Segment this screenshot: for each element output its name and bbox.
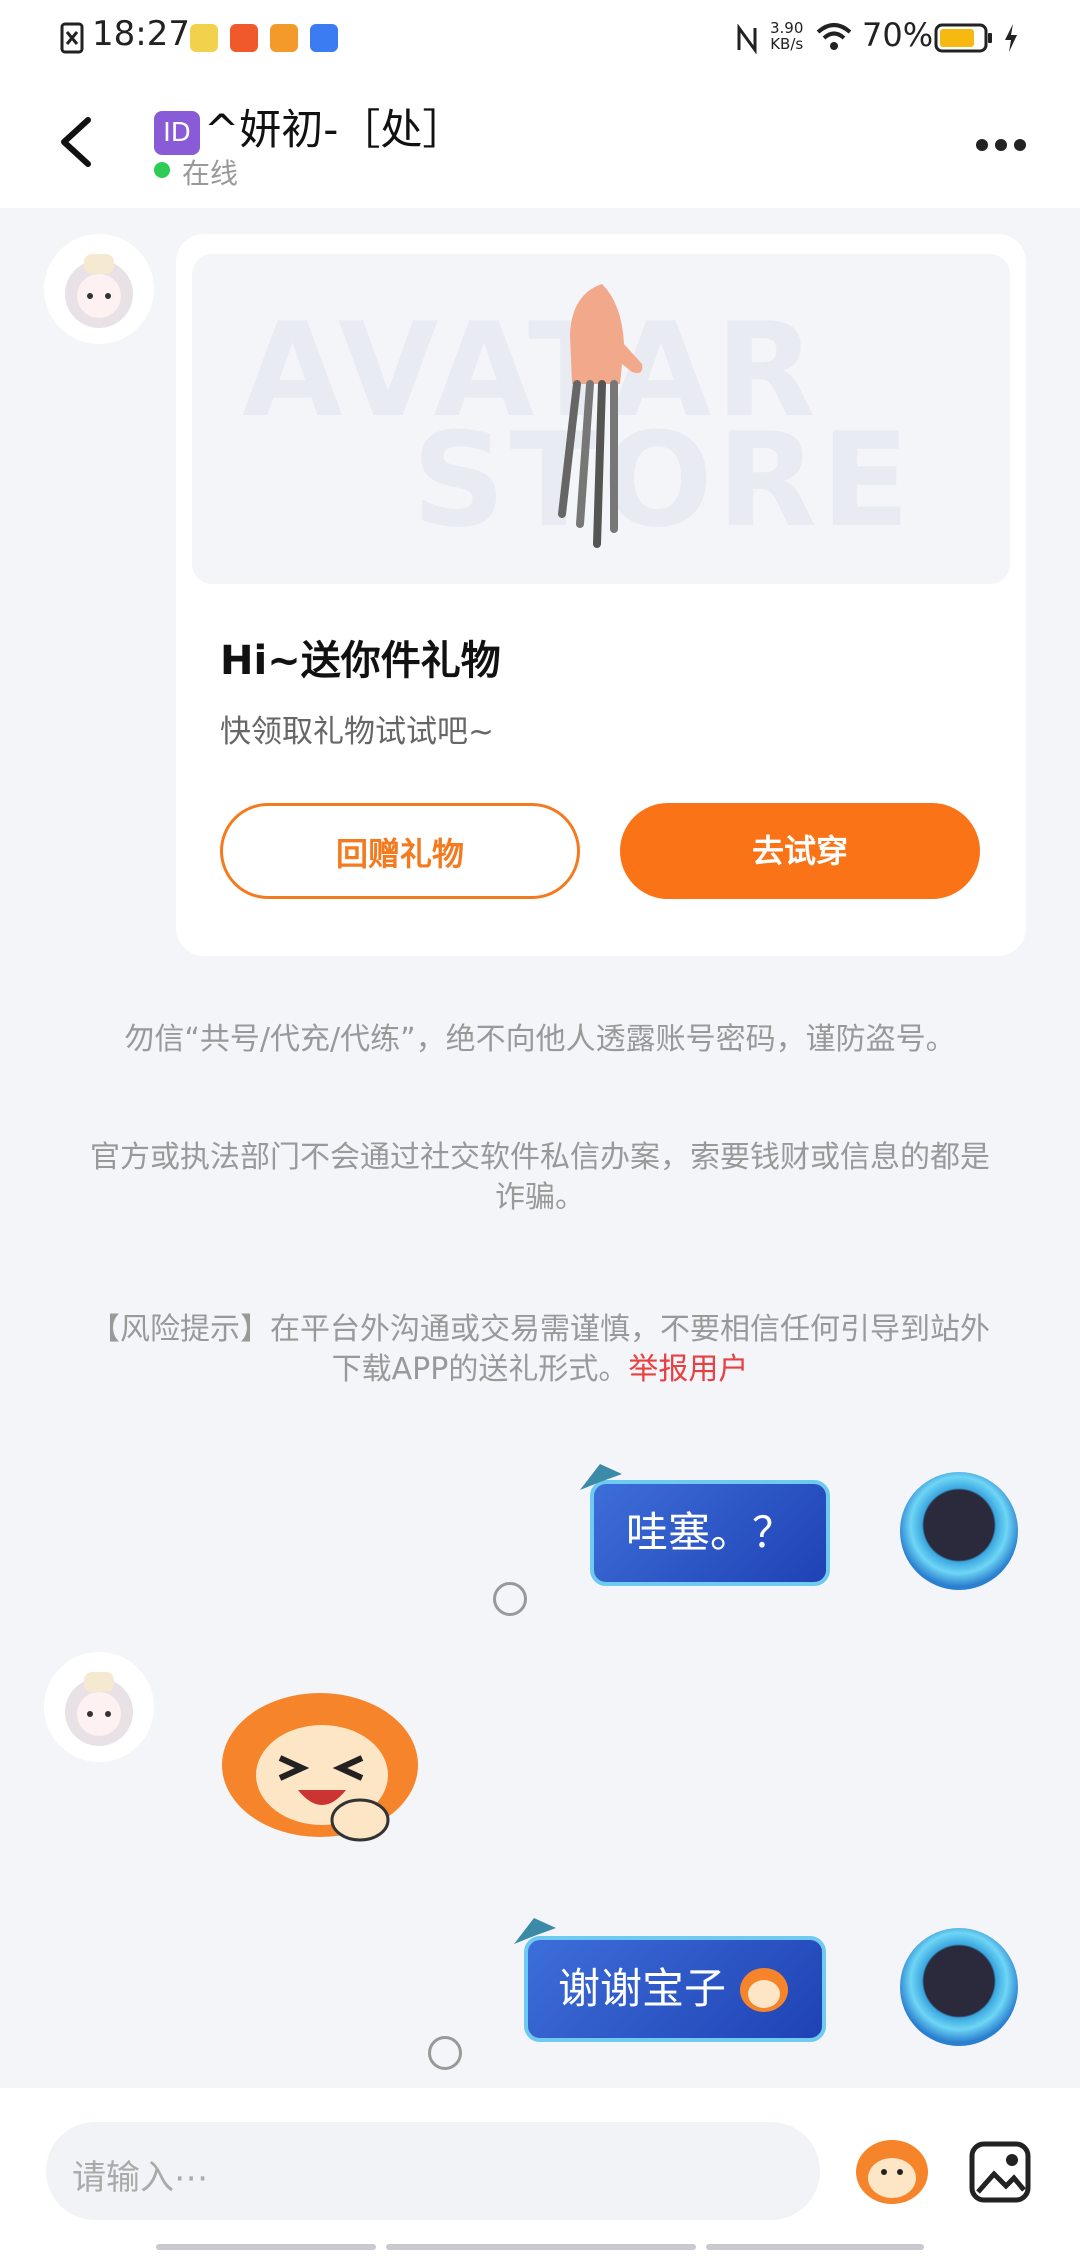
avatar-image bbox=[65, 254, 133, 328]
contact-name: ^妍初-［处］ bbox=[204, 105, 465, 154]
more-icon[interactable] bbox=[976, 136, 1033, 155]
security-warning-fraud: 官方或执法部门不会通过社交软件私信办案，索要钱财或信息的都是诈骗。 bbox=[90, 1140, 990, 1215]
image-icon[interactable] bbox=[968, 2140, 1032, 2204]
gesture-bar bbox=[706, 2244, 924, 2250]
status-time: 18:27 bbox=[92, 14, 190, 54]
message-status-icon[interactable] bbox=[493, 1582, 527, 1616]
app-notification-icon bbox=[230, 24, 258, 52]
avatar-image bbox=[65, 1672, 133, 1746]
risk-notice: 【风险提示】在平台外沟通或交易需谨慎，不要相信任何引导到站外下载APP的送礼形式… bbox=[90, 1310, 990, 1390]
gift-title: Hi~送你件礼物 bbox=[220, 638, 501, 684]
bubble-decoration-icon bbox=[580, 1464, 622, 1490]
sim-icon bbox=[60, 22, 84, 54]
nfc-icon bbox=[737, 24, 757, 54]
contact-avatar[interactable] bbox=[44, 234, 154, 344]
return-gift-button[interactable]: 回赠礼物 bbox=[220, 803, 580, 899]
risk-notice-text: 【风险提示】在平台外沟通或交易需谨慎，不要相信任何引导到站外下载APP的送礼形式… bbox=[90, 1312, 990, 1387]
app-notification-icon bbox=[190, 24, 218, 52]
online-indicator bbox=[154, 162, 170, 178]
security-warning-account: 勿信“共号/代充/代练”，绝不向他人透露账号密码，谨防盗号。 bbox=[124, 1022, 956, 1057]
app-notification-icon bbox=[310, 24, 338, 52]
message-input-placeholder: 请输入⋯ bbox=[72, 2158, 208, 2198]
try-on-button[interactable]: 去试穿 bbox=[620, 803, 980, 899]
app-notification-icon bbox=[270, 24, 298, 52]
claw-gloves-image bbox=[558, 284, 643, 548]
id-badge: ID bbox=[154, 110, 200, 155]
gesture-bar bbox=[156, 2244, 376, 2250]
message-bubble[interactable]: 哇塞。？ bbox=[590, 1480, 830, 1586]
online-status: 在线 bbox=[182, 157, 239, 190]
back-button[interactable] bbox=[52, 112, 102, 172]
message-status-icon[interactable] bbox=[428, 2036, 462, 2070]
gesture-bar bbox=[386, 2244, 696, 2250]
my-avatar[interactable] bbox=[900, 1928, 1018, 2046]
gift-subtitle: 快领取礼物试试吧~ bbox=[220, 714, 494, 750]
message-text: 谢谢宝子 bbox=[558, 1964, 727, 2013]
gift-preview-image[interactable]: AVATAR STORE bbox=[192, 254, 1010, 584]
bubble-decoration-icon bbox=[514, 1918, 556, 1944]
sticker-icon[interactable] bbox=[852, 2134, 932, 2210]
my-avatar[interactable] bbox=[900, 1472, 1018, 1590]
laughing-sticker[interactable] bbox=[210, 1680, 430, 1850]
contact-avatar[interactable] bbox=[44, 1652, 154, 1762]
report-user-link[interactable]: 举报用户 bbox=[628, 1352, 748, 1387]
chat-title[interactable]: ID ^妍初-［处］ bbox=[154, 96, 464, 157]
sticker-inline-icon bbox=[740, 1968, 788, 2012]
battery-icon bbox=[934, 23, 992, 53]
wifi-icon bbox=[816, 23, 852, 50]
battery-percent: 70% bbox=[862, 16, 934, 54]
net-speed-value: 3.90 bbox=[770, 19, 804, 37]
net-speed-unit: KB/s bbox=[770, 35, 804, 53]
charging-icon bbox=[1005, 24, 1017, 52]
